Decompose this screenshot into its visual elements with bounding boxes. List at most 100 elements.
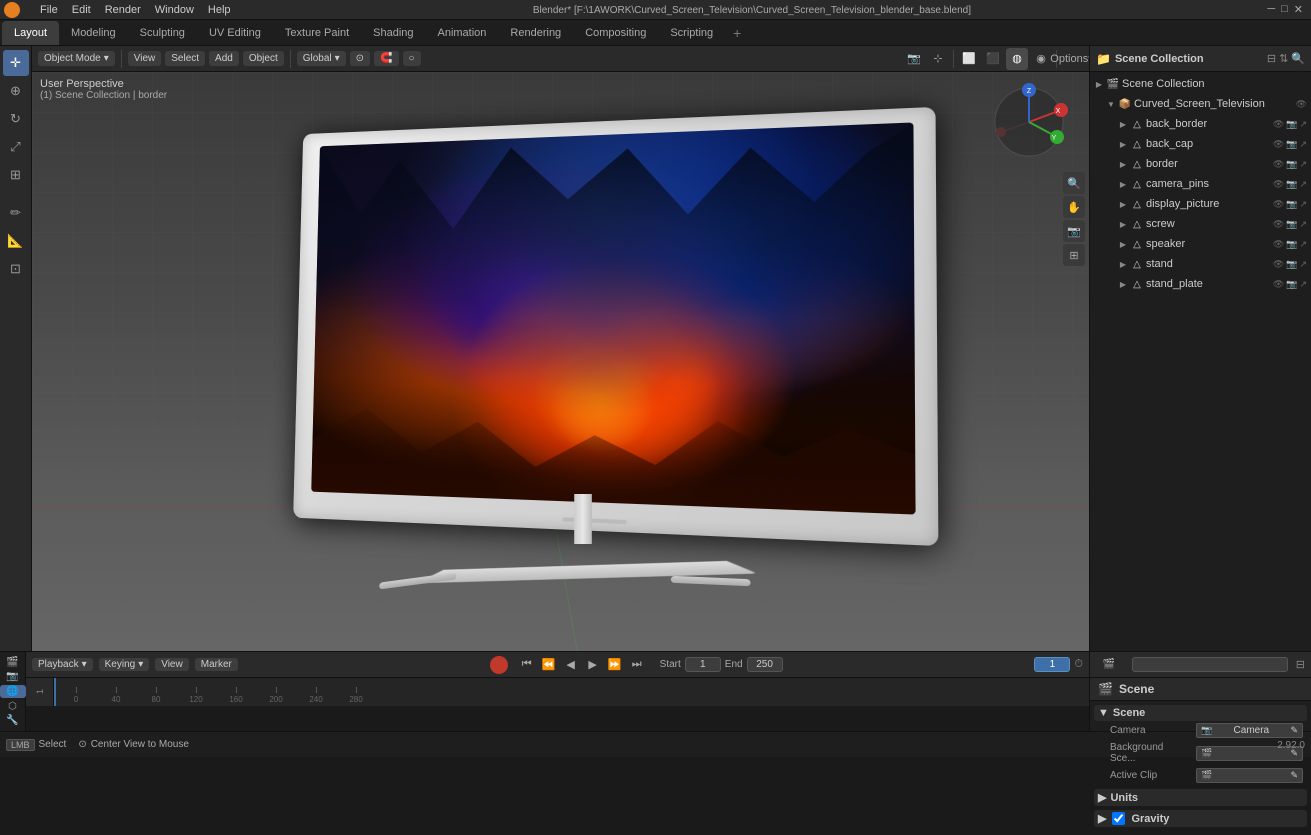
vis-icon[interactable]: 👁: [1273, 119, 1284, 130]
navigation-gizmo[interactable]: X Y Z: [989, 82, 1069, 162]
tab-scripting[interactable]: Scripting: [658, 21, 725, 45]
timeline-record-button[interactable]: [490, 656, 508, 674]
tab-animation[interactable]: Animation: [426, 21, 499, 45]
edit-icon[interactable]: ✎: [1290, 725, 1298, 736]
gravity-section-header[interactable]: ▶ Gravity: [1094, 810, 1307, 827]
add-object-tool[interactable]: ⊡: [3, 256, 29, 282]
tab-texture-paint[interactable]: Texture Paint: [273, 21, 361, 45]
keying-menu[interactable]: Keying▾: [99, 658, 150, 671]
scene-section-header[interactable]: ▼ Scene: [1094, 705, 1307, 721]
vis-icon[interactable]: 👁: [1273, 259, 1284, 270]
search-icon[interactable]: 🔍: [1291, 52, 1305, 65]
step-back-button[interactable]: ⏪: [540, 656, 558, 674]
options-btn[interactable]: Options ▾: [1061, 48, 1083, 70]
scale-tool[interactable]: ⤢: [3, 134, 29, 160]
tree-item-stand[interactable]: ▶ △ stand 👁 📷 ↗: [1090, 254, 1311, 274]
vis-icon[interactable]: 👁: [1273, 139, 1284, 150]
menu-edit[interactable]: Edit: [66, 0, 97, 20]
current-frame-input[interactable]: [1034, 657, 1070, 672]
scene-tab-icon[interactable]: 🎬: [1096, 652, 1122, 678]
viewport[interactable]: Object Mode ▾ View Select Add Object Glo…: [32, 46, 1089, 651]
tab-modeling[interactable]: Modeling: [59, 21, 128, 45]
tree-item-stand-plate[interactable]: ▶ △ stand_plate 👁 📷 ↗: [1090, 274, 1311, 294]
render-icon[interactable]: 📷: [1286, 119, 1297, 130]
step-forward-button[interactable]: ⏩: [606, 656, 624, 674]
hand-pan-icon[interactable]: ✋: [1063, 196, 1085, 218]
tab-compositing[interactable]: Compositing: [573, 21, 658, 45]
tree-item-display-picture[interactable]: ▶ △ display_picture 👁 📷 ↗: [1090, 194, 1311, 214]
render-icon[interactable]: 📷: [1286, 259, 1297, 270]
solid-mode[interactable]: ⬛: [982, 48, 1004, 70]
render-icon[interactable]: 📷: [1286, 239, 1297, 250]
tab-layout[interactable]: Layout: [2, 21, 59, 45]
tab-shading[interactable]: Shading: [361, 21, 425, 45]
rotate-tool[interactable]: ↻: [3, 106, 29, 132]
select-icon[interactable]: ↗: [1299, 119, 1307, 130]
units-section-header[interactable]: ▶ Units: [1094, 789, 1307, 806]
render-icon[interactable]: 📷: [1286, 159, 1297, 170]
search-viewport-icon[interactable]: 🔍: [1063, 172, 1085, 194]
menu-help[interactable]: Help: [202, 0, 237, 20]
select-icon[interactable]: ↗: [1299, 279, 1307, 290]
material-mode[interactable]: ◍: [1006, 48, 1028, 70]
select-icon[interactable]: ↗: [1299, 179, 1307, 190]
tree-item-screw[interactable]: ▶ △ screw 👁 📷 ↗: [1090, 214, 1311, 234]
select-menu[interactable]: Select: [165, 51, 205, 66]
play-reverse-button[interactable]: ◀: [562, 656, 580, 674]
camera-view-icon[interactable]: 📷: [1063, 220, 1085, 242]
tree-item-border[interactable]: ▶ △ border 👁 📷 ↗: [1090, 154, 1311, 174]
transform-pivot[interactable]: ⊙: [350, 51, 370, 66]
object-props-icon[interactable]: ⬡: [0, 700, 26, 713]
playback-menu[interactable]: Playback▾: [32, 658, 93, 671]
tab-sculpting[interactable]: Sculpting: [128, 21, 197, 45]
gravity-checkbox[interactable]: [1112, 812, 1125, 825]
sort-icon[interactable]: ⇅: [1279, 52, 1288, 65]
jump-start-button[interactable]: ⏮: [518, 656, 536, 674]
tree-item-back-cap[interactable]: ▶ △ back_cap 👁 📷 ↗: [1090, 134, 1311, 154]
close-button[interactable]: ✕: [1294, 3, 1303, 16]
grid-display-icon[interactable]: ⊞: [1063, 244, 1085, 266]
tree-item-speaker[interactable]: ▶ △ speaker 👁 📷 ↗: [1090, 234, 1311, 254]
measure-tool[interactable]: 📐: [3, 228, 29, 254]
maximize-button[interactable]: □: [1281, 3, 1288, 16]
render-icon[interactable]: 📷: [1286, 199, 1297, 210]
menu-file[interactable]: File: [34, 0, 64, 20]
select-icon[interactable]: ↗: [1299, 139, 1307, 150]
viewport-camera-icon[interactable]: 📷: [903, 48, 925, 70]
select-icon[interactable]: ↗: [1299, 159, 1307, 170]
active-clip-value[interactable]: 🎬 ✎: [1196, 768, 1303, 783]
playhead[interactable]: [54, 678, 56, 706]
minimize-button[interactable]: ─: [1267, 3, 1275, 16]
camera-value[interactable]: 📷 Camera ✎: [1196, 723, 1303, 738]
viewport-cursor-icon[interactable]: ⊹: [927, 48, 949, 70]
view-menu-tl[interactable]: View: [155, 658, 189, 671]
menu-render[interactable]: Render: [99, 0, 147, 20]
snap-btn[interactable]: 🧲: [374, 51, 398, 66]
object-mode-dropdown[interactable]: Object Mode ▾: [38, 51, 115, 66]
filter-icon[interactable]: ⊟: [1267, 52, 1276, 65]
viewport-shading-global[interactable]: Global ▾: [297, 51, 346, 66]
select-icon[interactable]: ↗: [1299, 239, 1307, 250]
render-icon[interactable]: 📷: [1286, 139, 1297, 150]
render-icon[interactable]: 📷: [1286, 279, 1297, 290]
tab-uv-editing[interactable]: UV Editing: [197, 21, 273, 45]
props-filter-icon[interactable]: ⊟: [1296, 658, 1305, 671]
modifiers-props-icon[interactable]: 🔧: [0, 714, 26, 727]
vis-icon[interactable]: 👁: [1273, 219, 1284, 230]
timeline-ruler[interactable]: 1 0 40 80 120 160: [26, 678, 1089, 706]
start-frame-input[interactable]: [685, 657, 721, 672]
render-icon[interactable]: 📷: [1286, 219, 1297, 230]
vis-icon[interactable]: 👁: [1273, 179, 1284, 190]
jump-end-button[interactable]: ⏭: [628, 656, 646, 674]
proportional-edit[interactable]: ○: [403, 51, 421, 66]
render-icon[interactable]: 📷: [1286, 179, 1297, 190]
props-search-input[interactable]: [1132, 657, 1288, 672]
play-button[interactable]: ▶: [584, 656, 602, 674]
select-icon[interactable]: ↗: [1299, 199, 1307, 210]
vis-icon[interactable]: 👁: [1273, 279, 1284, 290]
select-icon[interactable]: ↗: [1299, 259, 1307, 270]
add-menu[interactable]: Add: [209, 51, 239, 66]
render-props-icon[interactable]: 📷: [0, 671, 26, 684]
tree-item-back-border[interactable]: ▶ △ back_border 👁 📷 ↗: [1090, 114, 1311, 134]
cursor-tool[interactable]: ✛: [3, 50, 29, 76]
